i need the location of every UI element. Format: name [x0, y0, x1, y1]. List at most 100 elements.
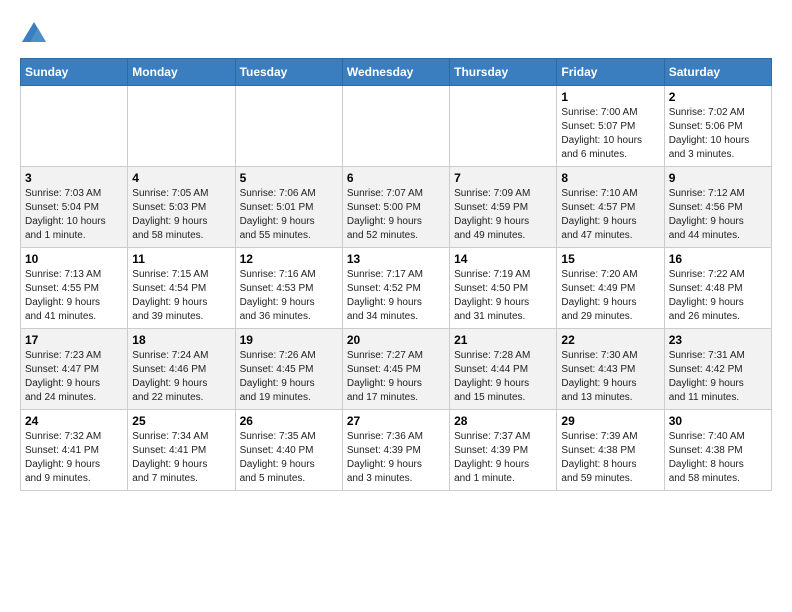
week-row-1: 1Sunrise: 7:00 AM Sunset: 5:07 PM Daylig…: [21, 86, 772, 167]
day-info: Sunrise: 7:40 AM Sunset: 4:38 PM Dayligh…: [669, 430, 767, 486]
day-number: 28: [454, 414, 552, 428]
column-header-friday: Friday: [557, 59, 664, 86]
day-cell: 15 Sunrise: 7:20 AM Sunset: 4:49 PM Dayli…: [557, 248, 664, 329]
day-cell: 4 Sunrise: 7:05 AM Sunset: 5:03 PM Daylig…: [128, 167, 235, 248]
day-cell: 14 Sunrise: 7:19 AM Sunset: 4:50 PM Dayli…: [450, 248, 557, 329]
day-info: Sunrise: 7:39 AM Sunset: 4:38 PM Dayligh…: [561, 430, 659, 486]
day-info: Sunrise: 7:23 AM Sunset: 4:47 PM Dayligh…: [25, 349, 123, 405]
day-info: Sunrise: 7:15 AM Sunset: 4:54 PM Dayligh…: [132, 268, 230, 324]
day-info: Sunrise: 7:26 AM Sunset: 4:45 PM Dayligh…: [240, 349, 338, 405]
week-row-2: 3 Sunrise: 7:03 AM Sunset: 5:04 PM Daylig…: [21, 167, 772, 248]
day-number: 4: [132, 171, 230, 185]
week-row-5: 24 Sunrise: 7:32 AM Sunset: 4:41 PM Dayli…: [21, 410, 772, 491]
day-cell: 30 Sunrise: 7:40 AM Sunset: 4:38 PM Dayli…: [664, 410, 771, 491]
day-info: Sunrise: 7:36 AM Sunset: 4:39 PM Dayligh…: [347, 430, 445, 486]
day-number: 26: [240, 414, 338, 428]
day-cell: 27 Sunrise: 7:36 AM Sunset: 4:39 PM Dayli…: [342, 410, 449, 491]
day-info: Sunrise: 7:24 AM Sunset: 4:46 PM Dayligh…: [132, 349, 230, 405]
day-info: Sunrise: 7:13 AM Sunset: 4:55 PM Dayligh…: [25, 268, 123, 324]
day-cell: [128, 86, 235, 167]
day-number: 18: [132, 333, 230, 347]
day-info: Sunrise: 7:07 AM Sunset: 5:00 PM Dayligh…: [347, 187, 445, 243]
day-cell: 26 Sunrise: 7:35 AM Sunset: 4:40 PM Dayli…: [235, 410, 342, 491]
day-number: 29: [561, 414, 659, 428]
day-info: Sunrise: 7:16 AM Sunset: 4:53 PM Dayligh…: [240, 268, 338, 324]
day-cell: 29 Sunrise: 7:39 AM Sunset: 4:38 PM Dayli…: [557, 410, 664, 491]
day-number: 14: [454, 252, 552, 266]
column-header-saturday: Saturday: [664, 59, 771, 86]
day-info: Sunrise: 7:35 AM Sunset: 4:40 PM Dayligh…: [240, 430, 338, 486]
day-number: 21: [454, 333, 552, 347]
column-header-monday: Monday: [128, 59, 235, 86]
day-cell: 2 Sunrise: 7:02 AM Sunset: 5:06 PM Daylig…: [664, 86, 771, 167]
day-number: 22: [561, 333, 659, 347]
day-info: Sunrise: 7:12 AM Sunset: 4:56 PM Dayligh…: [669, 187, 767, 243]
day-info: Sunrise: 7:30 AM Sunset: 4:43 PM Dayligh…: [561, 349, 659, 405]
day-info: Sunrise: 7:20 AM Sunset: 4:49 PM Dayligh…: [561, 268, 659, 324]
day-number: 1: [561, 90, 659, 104]
day-number: 6: [347, 171, 445, 185]
day-cell: 21 Sunrise: 7:28 AM Sunset: 4:44 PM Dayli…: [450, 329, 557, 410]
day-info: Sunrise: 7:10 AM Sunset: 4:57 PM Dayligh…: [561, 187, 659, 243]
day-number: 24: [25, 414, 123, 428]
day-info: Sunrise: 7:06 AM Sunset: 5:01 PM Dayligh…: [240, 187, 338, 243]
calendar-body: 1Sunrise: 7:00 AM Sunset: 5:07 PM Daylig…: [21, 86, 772, 491]
day-number: 12: [240, 252, 338, 266]
day-number: 3: [25, 171, 123, 185]
day-info: Sunrise: 7:32 AM Sunset: 4:41 PM Dayligh…: [25, 430, 123, 486]
column-header-tuesday: Tuesday: [235, 59, 342, 86]
day-cell: 5 Sunrise: 7:06 AM Sunset: 5:01 PM Daylig…: [235, 167, 342, 248]
day-cell: 24 Sunrise: 7:32 AM Sunset: 4:41 PM Dayli…: [21, 410, 128, 491]
day-cell: 23 Sunrise: 7:31 AM Sunset: 4:42 PM Dayli…: [664, 329, 771, 410]
day-number: 17: [25, 333, 123, 347]
day-number: 25: [132, 414, 230, 428]
day-cell: 19 Sunrise: 7:26 AM Sunset: 4:45 PM Dayli…: [235, 329, 342, 410]
day-number: 30: [669, 414, 767, 428]
week-row-4: 17 Sunrise: 7:23 AM Sunset: 4:47 PM Dayli…: [21, 329, 772, 410]
day-info: Sunrise: 7:05 AM Sunset: 5:03 PM Dayligh…: [132, 187, 230, 243]
day-cell: 28 Sunrise: 7:37 AM Sunset: 4:39 PM Dayli…: [450, 410, 557, 491]
logo: [20, 20, 52, 48]
day-cell: [21, 86, 128, 167]
calendar-header-row: SundayMondayTuesdayWednesdayThursdayFrid…: [21, 59, 772, 86]
day-info: Sunrise: 7:22 AM Sunset: 4:48 PM Dayligh…: [669, 268, 767, 324]
day-cell: 17 Sunrise: 7:23 AM Sunset: 4:47 PM Dayli…: [21, 329, 128, 410]
day-cell: 18 Sunrise: 7:24 AM Sunset: 4:46 PM Dayli…: [128, 329, 235, 410]
week-row-3: 10 Sunrise: 7:13 AM Sunset: 4:55 PM Dayli…: [21, 248, 772, 329]
day-info: Sunrise: 7:19 AM Sunset: 4:50 PM Dayligh…: [454, 268, 552, 324]
day-cell: 8Sunrise: 7:10 AM Sunset: 4:57 PM Daylig…: [557, 167, 664, 248]
column-header-wednesday: Wednesday: [342, 59, 449, 86]
day-number: 10: [25, 252, 123, 266]
day-number: 23: [669, 333, 767, 347]
day-info: Sunrise: 7:28 AM Sunset: 4:44 PM Dayligh…: [454, 349, 552, 405]
day-number: 27: [347, 414, 445, 428]
day-number: 15: [561, 252, 659, 266]
day-cell: 3 Sunrise: 7:03 AM Sunset: 5:04 PM Daylig…: [21, 167, 128, 248]
column-header-thursday: Thursday: [450, 59, 557, 86]
day-cell: 9 Sunrise: 7:12 AM Sunset: 4:56 PM Daylig…: [664, 167, 771, 248]
day-info: Sunrise: 7:02 AM Sunset: 5:06 PM Dayligh…: [669, 106, 767, 162]
day-number: 7: [454, 171, 552, 185]
day-number: 16: [669, 252, 767, 266]
day-cell: 25Sunrise: 7:34 AM Sunset: 4:41 PM Dayli…: [128, 410, 235, 491]
logo-icon: [20, 20, 48, 48]
day-cell: [235, 86, 342, 167]
day-info: Sunrise: 7:17 AM Sunset: 4:52 PM Dayligh…: [347, 268, 445, 324]
day-cell: 10 Sunrise: 7:13 AM Sunset: 4:55 PM Dayli…: [21, 248, 128, 329]
page-header: [20, 20, 772, 48]
day-number: 9: [669, 171, 767, 185]
day-cell: 22 Sunrise: 7:30 AM Sunset: 4:43 PM Dayli…: [557, 329, 664, 410]
day-number: 11: [132, 252, 230, 266]
day-number: 2: [669, 90, 767, 104]
day-info: Sunrise: 7:37 AM Sunset: 4:39 PM Dayligh…: [454, 430, 552, 486]
day-info: Sunrise: 7:31 AM Sunset: 4:42 PM Dayligh…: [669, 349, 767, 405]
day-info: Sunrise: 7:09 AM Sunset: 4:59 PM Dayligh…: [454, 187, 552, 243]
column-header-sunday: Sunday: [21, 59, 128, 86]
day-number: 19: [240, 333, 338, 347]
day-number: 5: [240, 171, 338, 185]
day-cell: [450, 86, 557, 167]
day-cell: 12 Sunrise: 7:16 AM Sunset: 4:53 PM Dayli…: [235, 248, 342, 329]
day-info: Sunrise: 7:03 AM Sunset: 5:04 PM Dayligh…: [25, 187, 123, 243]
day-cell: [342, 86, 449, 167]
day-number: 13: [347, 252, 445, 266]
